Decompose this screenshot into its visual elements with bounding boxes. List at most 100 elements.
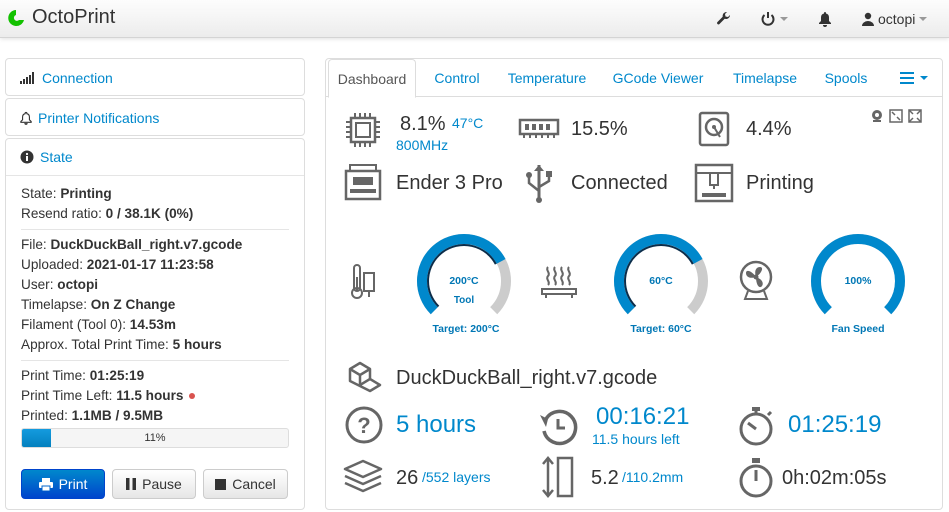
print-status: Printing xyxy=(746,172,814,194)
state-title: State xyxy=(40,149,73,165)
hotend-tool-label: Tool xyxy=(453,295,475,306)
file-row: File: DuckDuckBall_right.v7.gcode xyxy=(21,237,243,252)
signal-icon xyxy=(20,71,34,84)
cpu-icon xyxy=(346,113,380,147)
user-menu-button[interactable]: octopi xyxy=(862,0,928,38)
layer-time-icon xyxy=(739,458,773,498)
username: octopi xyxy=(878,11,916,27)
3d-model-icon xyxy=(348,361,382,393)
cancel-button[interactable]: Cancel xyxy=(203,469,288,499)
current-layer: 26 xyxy=(396,467,419,489)
fan-speed-value: 100% xyxy=(844,275,872,287)
hamburger-icon xyxy=(900,72,914,84)
connection-status: Connected xyxy=(571,172,668,194)
total-layers: /552 layers xyxy=(422,469,491,485)
printer-name: Ender 3 Pro xyxy=(396,172,503,194)
chevron-down-icon xyxy=(780,17,788,21)
tab-dashboard[interactable]: Dashboard xyxy=(328,59,416,98)
fullscreen-icon[interactable] xyxy=(908,109,922,123)
tab-control[interactable]: Control xyxy=(422,59,492,97)
webcam-icon[interactable] xyxy=(870,109,884,123)
bed-target: Target: 60°C xyxy=(630,323,692,335)
tab-bar: Dashboard Control Temperature GCode View… xyxy=(326,59,942,98)
cpu-temp: 47°C xyxy=(452,115,484,131)
print-time-row: Print Time: 01:25:19 xyxy=(21,368,145,383)
question-circle-icon: ? xyxy=(345,406,383,444)
tab-temperature[interactable]: Temperature xyxy=(502,59,592,97)
state-toggle[interactable]: State xyxy=(6,139,304,176)
pause-button[interactable]: Pause xyxy=(112,469,196,499)
stop-icon xyxy=(215,478,227,490)
current-filename: DuckDuckBall_right.v7.gcode xyxy=(396,367,658,389)
height-icon xyxy=(542,456,574,498)
tab-spools[interactable]: Spools xyxy=(818,59,874,97)
state-row: State: Printing xyxy=(21,186,112,201)
notifications-button[interactable] xyxy=(818,0,832,38)
connection-panel: Connection xyxy=(5,58,305,96)
time-left-row: Print Time Left: 11.5 hours xyxy=(21,386,304,406)
time-left: 00:16:21 xyxy=(596,403,690,430)
uploaded-row: Uploaded: 2021-01-17 11:23:58 xyxy=(21,257,214,272)
stopwatch-icon xyxy=(739,407,773,446)
filament-row: Filament (Tool 0): 14.53m xyxy=(21,317,176,332)
printer-icon xyxy=(344,164,382,201)
user-row: User: octopi xyxy=(21,277,99,292)
octoprint-logo-icon xyxy=(8,9,24,26)
disk-icon xyxy=(698,111,730,147)
progress-text: 11% xyxy=(144,432,166,444)
svg-text:?: ? xyxy=(357,413,370,438)
user-icon xyxy=(862,12,874,26)
printer-icon xyxy=(38,477,53,491)
heated-bed-icon xyxy=(541,266,577,298)
print-button[interactable]: Print xyxy=(21,469,105,499)
pause-icon xyxy=(126,478,137,490)
print-job-icon xyxy=(694,163,734,203)
disk-usage: 4.4% xyxy=(746,118,792,140)
chevron-down-icon xyxy=(919,17,928,21)
fullscreen-exit-icon[interactable] xyxy=(889,109,903,123)
hotend-temp: 200°C xyxy=(449,275,479,287)
tabs-overflow-menu[interactable] xyxy=(894,59,934,97)
state-panel: State State: Printing Resend ratio: 0 / … xyxy=(5,138,305,510)
navbar: OctoPrint octopi xyxy=(0,0,949,38)
connection-toggle[interactable]: Connection xyxy=(6,59,304,96)
time-left-icon xyxy=(540,409,578,446)
timelapse-row: Timelapse: On Z Change xyxy=(21,297,176,312)
estimated-total-time: 5 hours xyxy=(396,411,477,438)
bell-icon xyxy=(20,111,32,125)
notifications-toggle[interactable]: Printer Notifications xyxy=(6,99,304,136)
tab-gcode-viewer[interactable]: GCode Viewer xyxy=(608,59,708,97)
current-height: 5.2 xyxy=(591,467,619,489)
memory-icon xyxy=(518,118,560,138)
layers-icon xyxy=(343,459,383,493)
cpu-load: 8.1% xyxy=(400,113,446,135)
time-left-sub: 11.5 hours left xyxy=(592,431,680,447)
notifications-label: Printer Notifications xyxy=(38,109,160,126)
settings-button[interactable] xyxy=(716,0,732,38)
brand[interactable]: OctoPrint xyxy=(6,6,115,29)
system-menu-button[interactable] xyxy=(760,0,788,38)
memory-usage: 15.5% xyxy=(571,118,628,140)
hotend-target: Target: 200°C xyxy=(432,323,500,335)
cpu-frequency: 800MHz xyxy=(396,137,449,153)
fan-speed-label: Fan Speed xyxy=(831,323,885,335)
info-circle-icon xyxy=(20,150,34,164)
bell-icon xyxy=(819,12,831,27)
approx-time-row: Approx. Total Print Time: 5 hours xyxy=(21,337,222,352)
elapsed-time: 01:25:19 xyxy=(788,411,882,438)
main-panel: Dashboard Control Temperature GCode View… xyxy=(325,58,943,510)
print-progress-bar: 11% xyxy=(21,428,289,448)
estimate-quality-dot xyxy=(189,393,196,400)
usb-icon xyxy=(526,165,552,203)
divider xyxy=(21,360,289,361)
connection-label: Connection xyxy=(42,69,113,86)
printed-row: Printed: 1.1MB / 9.5MB xyxy=(21,408,164,423)
total-height: /110.2mm xyxy=(622,469,684,485)
layer-time: 0h:02m:05s xyxy=(782,467,887,489)
divider xyxy=(21,229,289,230)
brand-name: OctoPrint xyxy=(32,6,116,28)
hotend-thermometer-icon xyxy=(351,264,375,299)
chevron-down-icon xyxy=(920,76,928,80)
tab-timelapse[interactable]: Timelapse xyxy=(726,59,804,97)
bed-temp: 60°C xyxy=(649,275,673,287)
